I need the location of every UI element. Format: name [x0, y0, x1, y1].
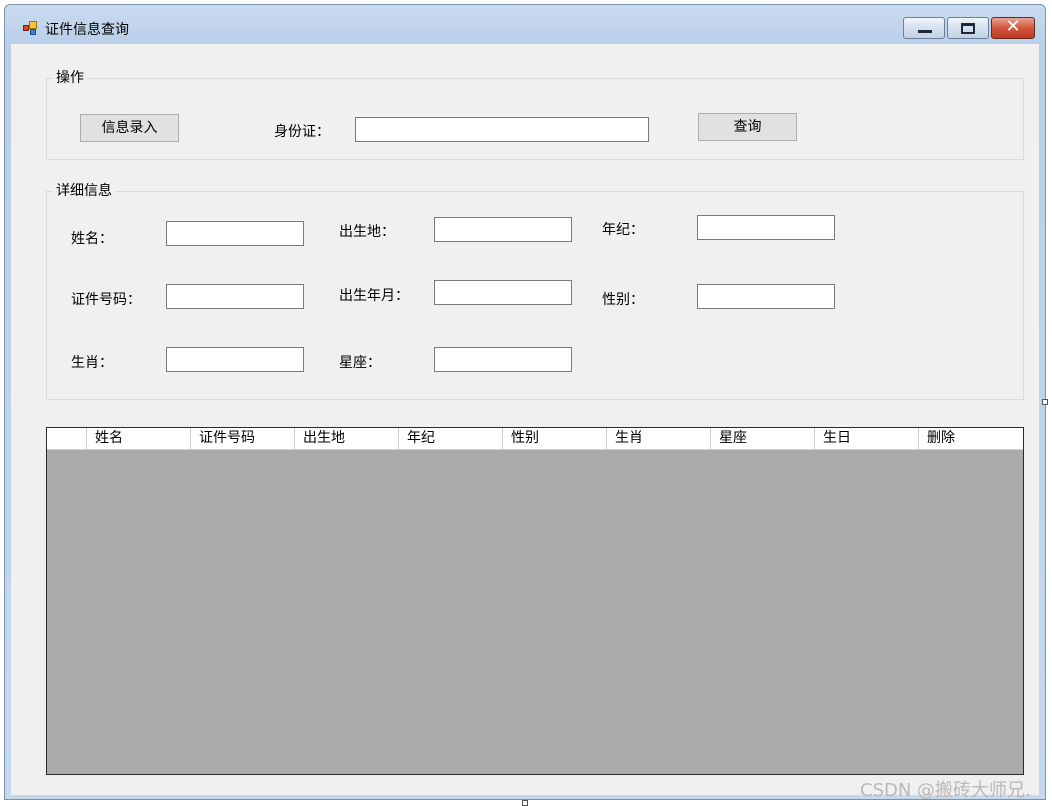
- column-header-birthplace[interactable]: 出生地: [295, 428, 399, 450]
- close-button[interactable]: ✕: [991, 16, 1035, 39]
- gender-label: 性别：: [602, 292, 644, 308]
- column-header-id-number[interactable]: 证件号码: [191, 428, 295, 450]
- id-card-input[interactable]: [355, 117, 649, 142]
- grid-row-header[interactable]: [47, 428, 87, 450]
- id-card-label: 身份证：: [274, 124, 330, 140]
- operation-group-title: 操作: [53, 70, 87, 86]
- zodiac-input[interactable]: [166, 347, 304, 372]
- minimize-button[interactable]: [903, 17, 945, 39]
- zodiac-label: 生肖：: [71, 355, 113, 371]
- name-input[interactable]: [166, 221, 304, 246]
- column-header-gender[interactable]: 性别: [503, 428, 607, 450]
- resize-handle-right[interactable]: [1042, 399, 1048, 405]
- constellation-input[interactable]: [434, 347, 572, 372]
- form-client-area: 操作 信息录入 身份证： 查询 详细信息 姓名： 出生地： 年纪： 证件号码： …: [11, 44, 1039, 795]
- maximize-icon: [961, 23, 975, 34]
- id-number-input[interactable]: [166, 284, 304, 309]
- title-bar[interactable]: 证件信息查询 ✕: [5, 5, 1045, 45]
- birth-date-input[interactable]: [434, 280, 572, 305]
- gender-input[interactable]: [697, 284, 835, 309]
- birthplace-label: 出生地：: [339, 224, 395, 240]
- birth-date-label: 出生年月：: [339, 288, 409, 304]
- query-button[interactable]: 查询: [698, 113, 797, 141]
- column-header-birthday[interactable]: 生日: [815, 428, 919, 450]
- app-icon: [23, 21, 37, 35]
- watermark: CSDN @搬砖大师兄.: [860, 780, 1031, 801]
- column-header-zodiac[interactable]: 生肖: [607, 428, 711, 450]
- constellation-label: 星座：: [339, 355, 381, 371]
- details-group-title: 详细信息: [53, 183, 115, 199]
- id-number-label: 证件号码：: [71, 292, 141, 308]
- name-label: 姓名：: [71, 231, 113, 247]
- maximize-button[interactable]: [947, 17, 989, 39]
- column-header-delete[interactable]: 删除: [919, 428, 1023, 450]
- column-header-constellation[interactable]: 星座: [711, 428, 815, 450]
- close-icon: ✕: [1005, 16, 1021, 37]
- minimize-icon: [918, 30, 932, 33]
- grid-header: 姓名 证件号码 出生地 年纪 性别 生肖 星座 生日 删除: [47, 428, 1023, 450]
- window-title: 证件信息查询: [45, 22, 129, 38]
- column-header-age[interactable]: 年纪: [399, 428, 503, 450]
- birthplace-input[interactable]: [434, 217, 572, 242]
- age-input[interactable]: [697, 215, 835, 240]
- resize-handle-bottom[interactable]: [522, 800, 528, 806]
- data-grid[interactable]: 姓名 证件号码 出生地 年纪 性别 生肖 星座 生日 删除: [46, 427, 1024, 775]
- age-label: 年纪：: [602, 222, 644, 238]
- column-header-name[interactable]: 姓名: [87, 428, 191, 450]
- main-window: 证件信息查询 ✕ 操作 信息录入 身份证： 查询 详细信息 姓名： 出生地： 年…: [4, 4, 1046, 800]
- info-entry-button[interactable]: 信息录入: [80, 114, 179, 142]
